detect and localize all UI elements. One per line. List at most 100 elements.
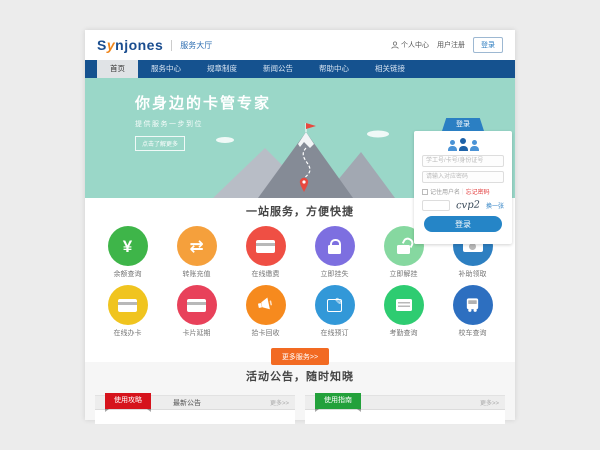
banner-subtitle: 提供服务一步到位 (135, 119, 271, 129)
hero-banner: 你身边的卡管专家 提供服务一步到位 点击了解更多 登录 (85, 78, 515, 198)
user-register-link[interactable]: 用户注册 (437, 40, 465, 50)
user-icon (391, 41, 399, 49)
more-services-button[interactable]: 更多服务>> (271, 348, 329, 365)
banner-cta-button[interactable]: 点击了解更多 (135, 136, 185, 151)
user-register-label: 用户注册 (437, 40, 465, 50)
service-label: 在线预订 (300, 328, 369, 338)
users-group-icon (414, 135, 512, 151)
tab-latest-announcements[interactable]: 最新公告 (173, 398, 201, 408)
change-captcha-link[interactable]: 换一张 (486, 201, 504, 210)
bus-icon (453, 285, 493, 325)
panel-usage-tips: 使用攻略 最新公告 更多>> (95, 395, 295, 424)
panel-content (95, 410, 295, 424)
unlock-shape (397, 245, 410, 254)
portal-name: 服务大厅 (171, 40, 212, 51)
service-online-card-apply[interactable]: 在线办卡 (93, 285, 162, 338)
captcha-row: cvp2 换一张 (422, 199, 504, 212)
megaphone-icon (246, 285, 286, 325)
service-attendance-query[interactable]: 考勤查询 (369, 285, 438, 338)
service-card-pickup[interactable]: 拾卡回收 (231, 285, 300, 338)
remember-checkbox[interactable] (422, 189, 428, 195)
logo[interactable]: Synjones (97, 37, 163, 53)
nav-item-help[interactable]: 帮助中心 (306, 60, 362, 78)
service-label: 在线缴费 (231, 269, 300, 279)
person-icon (459, 138, 468, 151)
personal-center-label: 个人中心 (401, 40, 429, 50)
service-online-payment[interactable]: 在线缴费 (231, 226, 300, 279)
more-link[interactable]: 更多>> (480, 398, 499, 407)
panel-content (305, 410, 505, 424)
service-label: 拾卡回收 (231, 328, 300, 338)
tab-user-guide[interactable]: 使用指南 (315, 393, 361, 409)
service-report-loss[interactable]: 立即挂失 (300, 226, 369, 279)
captcha-image: cvp2 (453, 198, 483, 212)
logo-text: S (97, 37, 107, 53)
person-icon (448, 140, 457, 151)
card-shape (187, 299, 206, 312)
card-icon (108, 285, 148, 325)
service-card-extension[interactable]: 卡片延期 (162, 285, 231, 338)
captcha-input[interactable] (422, 200, 450, 211)
nav-item-rules[interactable]: 规章制度 (194, 60, 250, 78)
nav-item-home[interactable]: 首页 (97, 60, 138, 78)
card-shape (256, 240, 275, 253)
logo-text-rest: njones (115, 37, 163, 53)
announcements-title: 活动公告，随时知晓 (85, 362, 515, 384)
list-icon (384, 285, 424, 325)
service-label: 校车查询 (438, 328, 507, 338)
banner-title: 你身边的卡管专家 (135, 92, 271, 113)
service-label: 余额查询 (93, 269, 162, 279)
service-label: 卡片延期 (162, 328, 231, 338)
nav-item-news[interactable]: 新闻公告 (250, 60, 306, 78)
header-links: 个人中心 用户注册 登录 (391, 37, 503, 53)
personal-center-link[interactable]: 个人中心 (391, 40, 429, 50)
main-nav: 首页 服务中心 规章制度 新闻公告 帮助中心 相关链接 (85, 60, 515, 78)
panel-user-guide: 使用指南 更多>> (305, 395, 505, 424)
login-tab[interactable]: 登录 (442, 118, 484, 131)
service-label: 在线办卡 (93, 328, 162, 338)
announcements-section: 活动公告，随时知晓 使用攻略 最新公告 更多>> 使用指南 更多>> (85, 362, 515, 420)
panel-tab-bar: 使用攻略 最新公告 更多>> (95, 395, 295, 410)
service-label: 立即解挂 (369, 269, 438, 279)
megaphone-shape (255, 296, 276, 314)
more-link[interactable]: 更多>> (270, 398, 289, 407)
header-login-button[interactable]: 登录 (473, 37, 503, 53)
person-icon (470, 140, 479, 151)
pencil-icon (315, 285, 355, 325)
yuan-glyph: ¥ (123, 238, 132, 255)
card-icon (246, 226, 286, 266)
password-input[interactable] (422, 171, 504, 183)
logo-accent: y (107, 37, 115, 53)
tab-usage-tips[interactable]: 使用攻略 (105, 393, 151, 409)
service-online-booking[interactable]: 在线预订 (300, 285, 369, 338)
login-submit-button[interactable]: 登录 (424, 216, 502, 232)
transfer-glyph: ⇄ (189, 238, 203, 255)
panel-tab-bar: 使用指南 更多>> (305, 395, 505, 410)
nav-item-links[interactable]: 相关链接 (362, 60, 418, 78)
edit-shape (327, 299, 342, 312)
card-shape (118, 299, 137, 312)
yuan-icon: ¥ (108, 226, 148, 266)
remember-row: 记住用户名 | 忘记密码 (422, 187, 504, 196)
list-shape (396, 299, 412, 311)
login-form: 记住用户名 | 忘记密码 cvp2 换一张 登录 (414, 131, 512, 244)
service-balance-query[interactable]: ¥ 余额查询 (93, 226, 162, 279)
banner-text: 你身边的卡管专家 提供服务一步到位 点击了解更多 (135, 92, 271, 151)
service-label: 转账充值 (162, 269, 231, 279)
service-transfer-recharge[interactable]: ⇄ 转账充值 (162, 226, 231, 279)
service-school-bus-query[interactable]: 校车查询 (438, 285, 507, 338)
transfer-icon: ⇄ (177, 226, 217, 266)
announcement-panels: 使用攻略 最新公告 更多>> 使用指南 更多>> (95, 395, 505, 424)
lock-icon (315, 226, 355, 266)
account-input[interactable] (422, 155, 504, 167)
service-label: 补助领取 (438, 269, 507, 279)
forgot-password-link[interactable]: 忘记密码 (466, 187, 490, 196)
divider: | (462, 189, 464, 195)
login-panel: 登录 记住用户名 | 忘记密码 cvp2 换一张 (414, 118, 512, 244)
portal-page: Synjones 服务大厅 个人中心 用户注册 登录 首页 服务中心 规章制度 … (85, 30, 515, 420)
service-label: 立即挂失 (300, 269, 369, 279)
remember-label: 记住用户名 (430, 187, 460, 196)
lock-shape (328, 245, 341, 254)
nav-item-service-center[interactable]: 服务中心 (138, 60, 194, 78)
card-icon (177, 285, 217, 325)
